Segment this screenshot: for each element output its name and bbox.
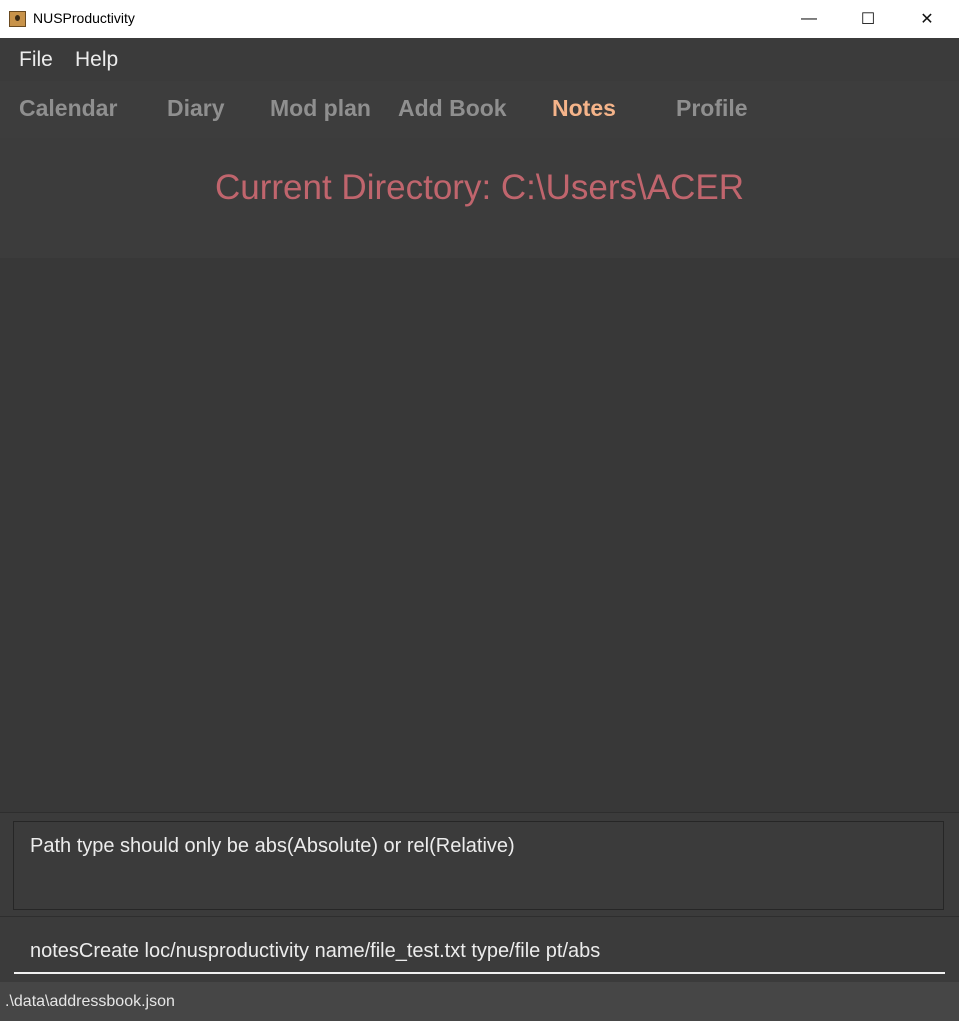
- window-titlebar: NUSProductivity — ☐ ✕: [0, 0, 959, 38]
- command-box-pane: [0, 916, 959, 983]
- tab-bar: Calendar Diary Mod plan Add Book Notes P…: [0, 81, 959, 138]
- notes-header-panel: Current Directory: C:\Users\ACER: [0, 138, 959, 258]
- menu-file[interactable]: File: [19, 48, 53, 72]
- current-directory-label: Current Directory: C:\Users\ACER: [215, 168, 744, 207]
- tab-calendar[interactable]: Calendar: [19, 95, 117, 122]
- maximize-button[interactable]: ☐: [839, 0, 897, 38]
- result-message: Path type should only be abs(Absolute) o…: [30, 835, 515, 857]
- result-display-pane: Path type should only be abs(Absolute) o…: [0, 812, 959, 917]
- status-bar: .\data\addressbook.json: [0, 982, 959, 1021]
- notes-content-area: [0, 258, 959, 812]
- tab-diary[interactable]: Diary: [167, 95, 225, 122]
- minimize-button[interactable]: —: [780, 0, 838, 38]
- menu-bar: File Help: [0, 38, 959, 81]
- result-display: Path type should only be abs(Absolute) o…: [13, 821, 944, 910]
- tab-add-book[interactable]: Add Book: [398, 95, 507, 122]
- app-icon: [9, 11, 26, 27]
- window-title: NUSProductivity: [33, 10, 135, 26]
- tab-mod-plan[interactable]: Mod plan: [270, 95, 371, 122]
- tab-notes[interactable]: Notes: [552, 95, 616, 122]
- menu-help[interactable]: Help: [75, 48, 118, 72]
- command-input[interactable]: [14, 931, 945, 974]
- tab-profile[interactable]: Profile: [676, 95, 748, 122]
- close-button[interactable]: ✕: [898, 0, 956, 38]
- save-location-label: .\data\addressbook.json: [5, 993, 175, 1010]
